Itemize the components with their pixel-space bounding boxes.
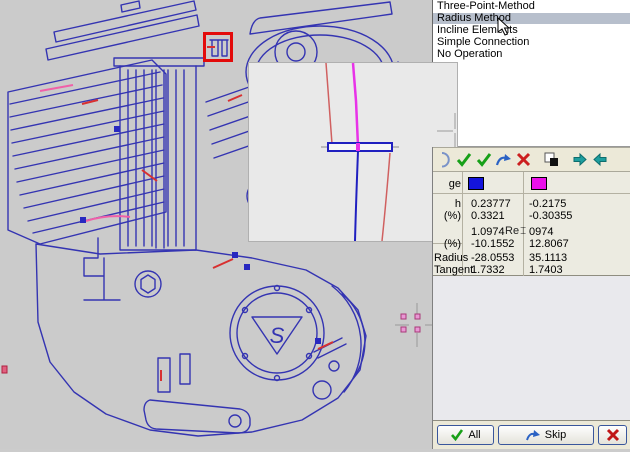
skip-curve-arrow-icon[interactable] — [495, 151, 512, 168]
table-value: -10.1552 — [471, 238, 515, 250]
accept-check-icon[interactable] — [455, 151, 472, 168]
element2-color-swatch — [531, 177, 547, 190]
half-circle-icon[interactable] — [435, 151, 452, 168]
skip-button[interactable]: Skip — [498, 425, 594, 445]
skip-arrow-icon — [525, 429, 540, 440]
table-value: 12.8067 — [529, 238, 569, 250]
zoom-inset-drawing — [321, 62, 456, 242]
table-value: 0974 — [529, 226, 554, 238]
step-forward-icon[interactable] — [571, 151, 588, 168]
table-value: 35.1113 — [529, 252, 568, 264]
snap-crosshair — [395, 303, 432, 347]
all-button-label: All — [468, 429, 481, 441]
table-label-pct2: (%) — [443, 238, 461, 250]
element1-color-swatch — [468, 177, 484, 190]
table-label-h: h — [454, 198, 461, 210]
right-panel: Three-Point-Method Radius Method Incline… — [432, 0, 630, 449]
swap-colors-icon[interactable] — [543, 151, 560, 168]
method-item-nooperation[interactable]: No Operation — [433, 49, 630, 60]
panel-lower-section: ge h 0.23777 -0.2175 (%) 0.3321 -0.30355… — [432, 147, 630, 449]
inset-crosshair — [437, 113, 456, 149]
method-item-simple[interactable]: Simple Connection — [433, 37, 630, 48]
table-label-radius: Radius — [434, 252, 469, 264]
table-value: -0.30355 — [529, 210, 573, 222]
inset-red-curve-top — [325, 62, 333, 145]
table-value: 1.0974 — [471, 226, 505, 238]
review-toolbar — [433, 147, 630, 172]
red-node-marker — [1, 365, 8, 374]
comparison-table: ge h 0.23777 -0.2175 (%) 0.3321 -0.30355… — [433, 172, 630, 276]
table-value: 0.23777 — [471, 198, 511, 210]
repair-overlay-text: Re⌶ — [505, 225, 527, 237]
engine-logo-letter: S — [270, 323, 285, 348]
table-label-ge: ge — [448, 178, 461, 190]
inset-red-curve-bottom — [381, 152, 391, 242]
table-value: 1.7332 — [471, 264, 505, 276]
action-bar: All Skip — [433, 420, 630, 449]
accept-all-check-icon[interactable] — [475, 151, 492, 168]
method-listbox[interactable]: Three-Point-Method Radius Method Incline… — [432, 0, 630, 147]
table-value: 1.7403 — [529, 264, 563, 276]
method-item-three-point[interactable]: Three-Point-Method — [433, 1, 630, 12]
table-label-tangent: Tangent — [434, 264, 474, 276]
inset-magenta-curve — [351, 62, 360, 147]
table-value: 0.3321 — [471, 210, 505, 222]
zoom-inset-window — [248, 62, 458, 242]
method-item-incline[interactable]: Incline Elements — [433, 25, 630, 36]
mouse-cursor-icon — [497, 17, 510, 36]
table-label-pct1: (%) — [443, 210, 461, 222]
cancel-x-icon — [606, 428, 619, 442]
inset-junction-node — [356, 143, 360, 151]
inset-blue-curve-bottom — [354, 150, 359, 242]
step-back-icon[interactable] — [591, 151, 608, 168]
delete-x-icon[interactable] — [515, 151, 532, 168]
skip-button-label: Skip — [544, 429, 567, 441]
ibeam-cursor-icon: ⌶ — [520, 226, 527, 237]
table-value: -28.0553 — [471, 252, 515, 264]
selection-highlight-box — [203, 32, 233, 62]
table-value: -0.2175 — [529, 198, 567, 210]
method-item-radius[interactable]: Radius Method — [433, 13, 630, 24]
cancel-button[interactable] — [598, 425, 627, 445]
all-check-icon — [451, 429, 464, 442]
all-button[interactable]: All — [437, 425, 494, 445]
